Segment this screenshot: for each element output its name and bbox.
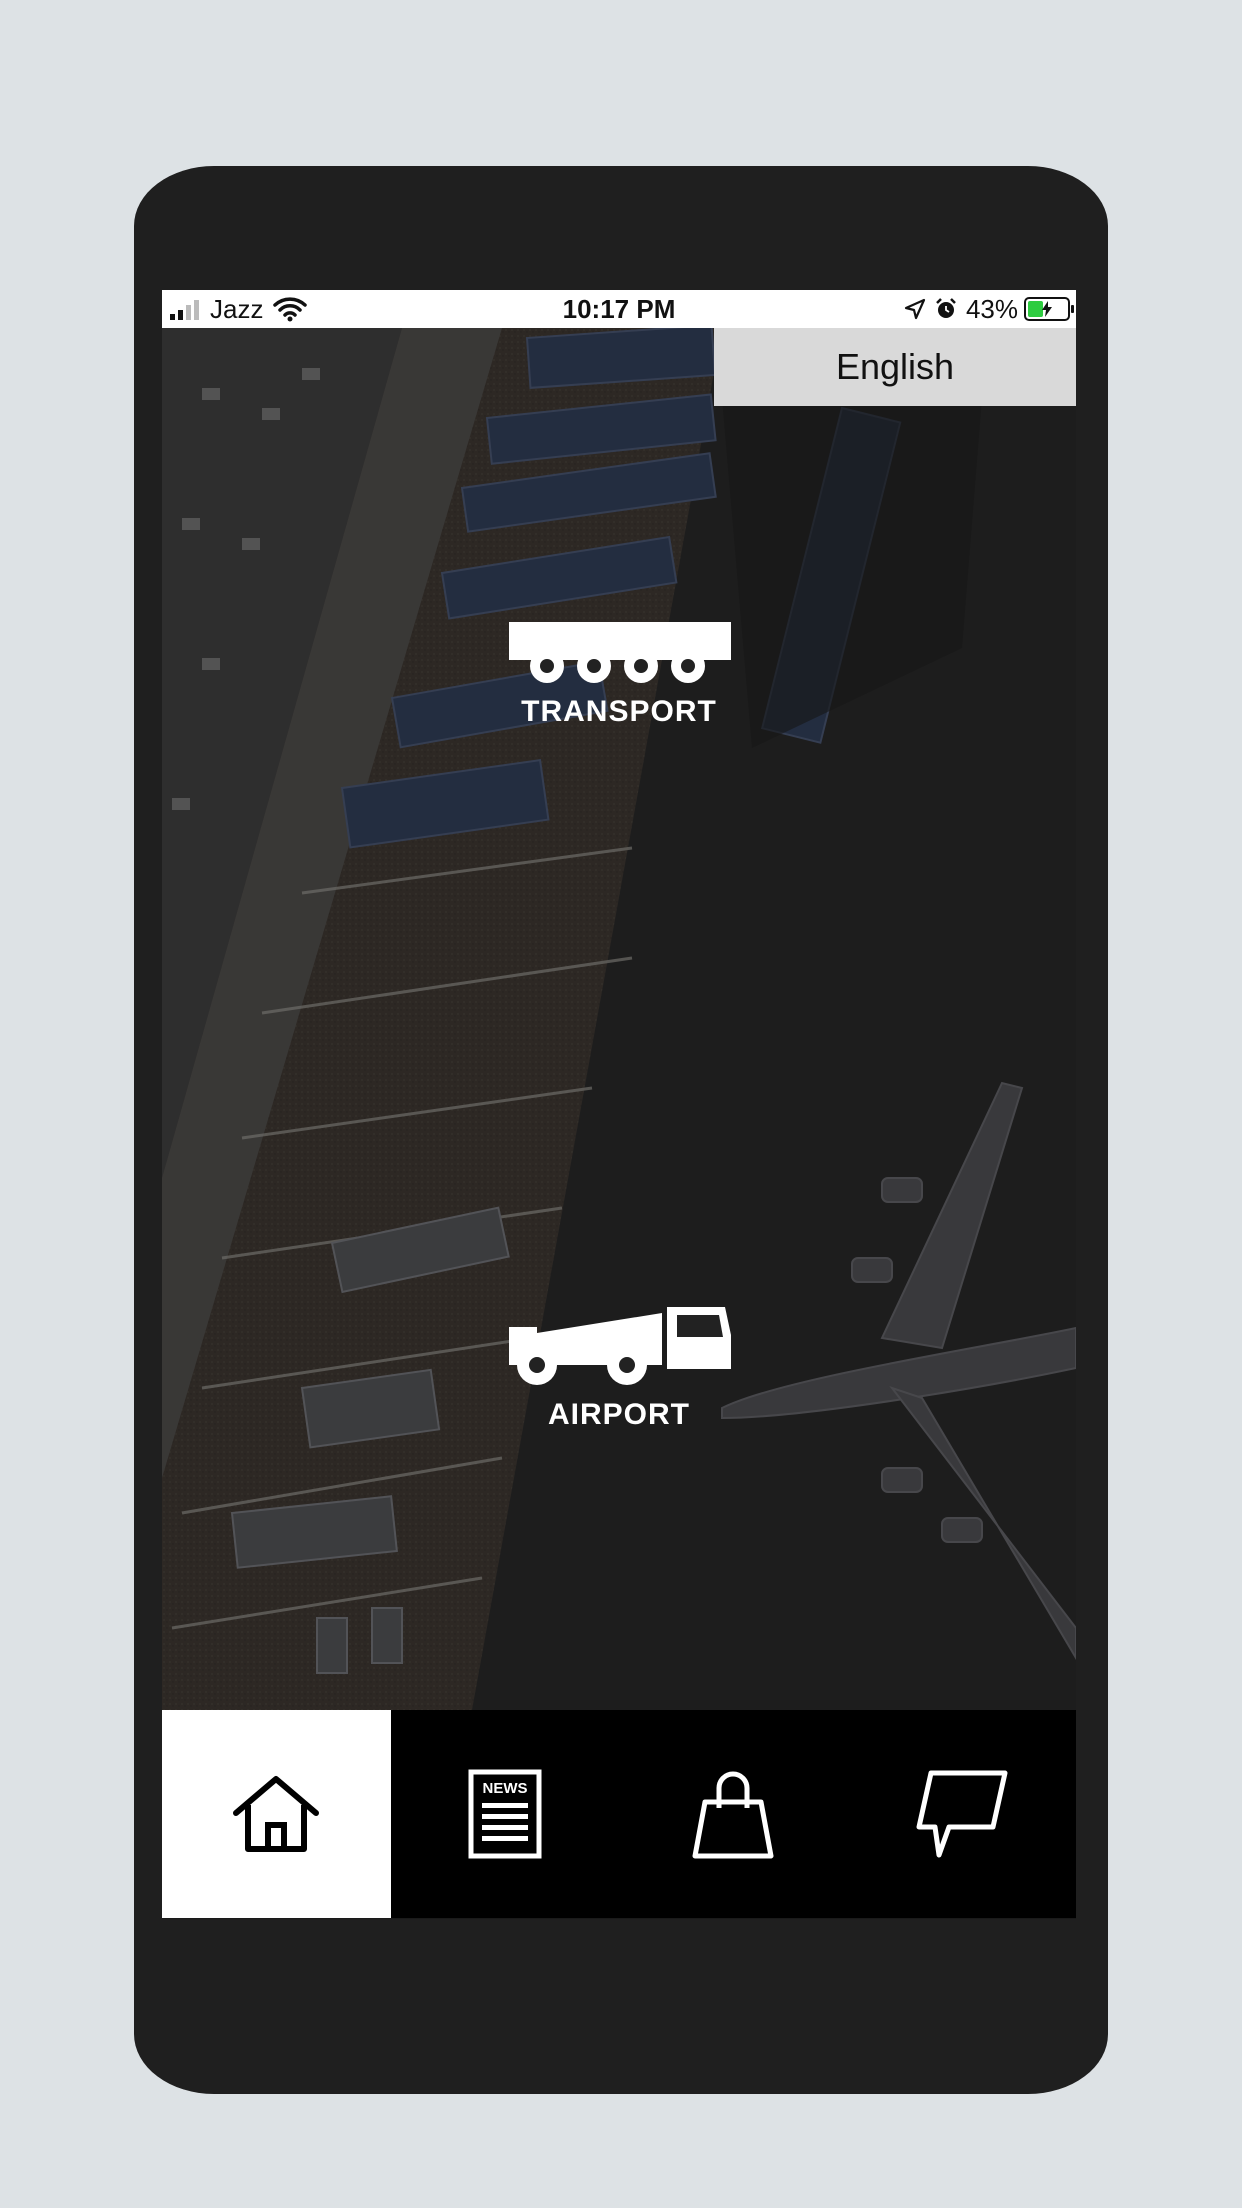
menu-item-label: TRANSPORT: [521, 695, 717, 728]
language-button[interactable]: English: [714, 328, 1076, 406]
status-right: 43%: [904, 290, 1074, 328]
tab-home[interactable]: [162, 1710, 391, 1918]
news-icon: NEWS: [468, 1769, 542, 1859]
shopping-bag-icon: [692, 1771, 774, 1859]
alarm-icon: [936, 298, 956, 318]
home-icon: [233, 1776, 320, 1852]
battery-charging-icon: [1024, 297, 1074, 321]
tab-shop[interactable]: [619, 1710, 848, 1918]
transporter-icon: [509, 622, 731, 683]
aerial-airport-image: [162, 324, 1076, 1710]
location-icon: [904, 298, 926, 320]
status-bar: Jazz 10:17 PM 43%: [162, 290, 1076, 328]
aircraft-tug-icon: [509, 1307, 731, 1385]
menu-item-transport[interactable]: TRANSPORT: [489, 620, 749, 729]
chat-icon: [916, 1770, 1008, 1858]
tab-news[interactable]: NEWS: [391, 1710, 620, 1918]
app-screen: Jazz 10:17 PM 43% English TRANSPORT AIRP…: [162, 290, 1076, 1919]
news-icon-label: NEWS: [482, 1780, 527, 1797]
battery-percent: 43%: [965, 294, 1018, 324]
menu-item-airport[interactable]: AIRPORT: [489, 1305, 749, 1432]
bottom-tab-bar: NEWS: [162, 1710, 1076, 1918]
menu-item-label: AIRPORT: [548, 1398, 690, 1431]
background-photo: [162, 324, 1076, 1710]
charging-bolt-icon: [1042, 301, 1052, 317]
tab-chat[interactable]: [848, 1710, 1077, 1918]
